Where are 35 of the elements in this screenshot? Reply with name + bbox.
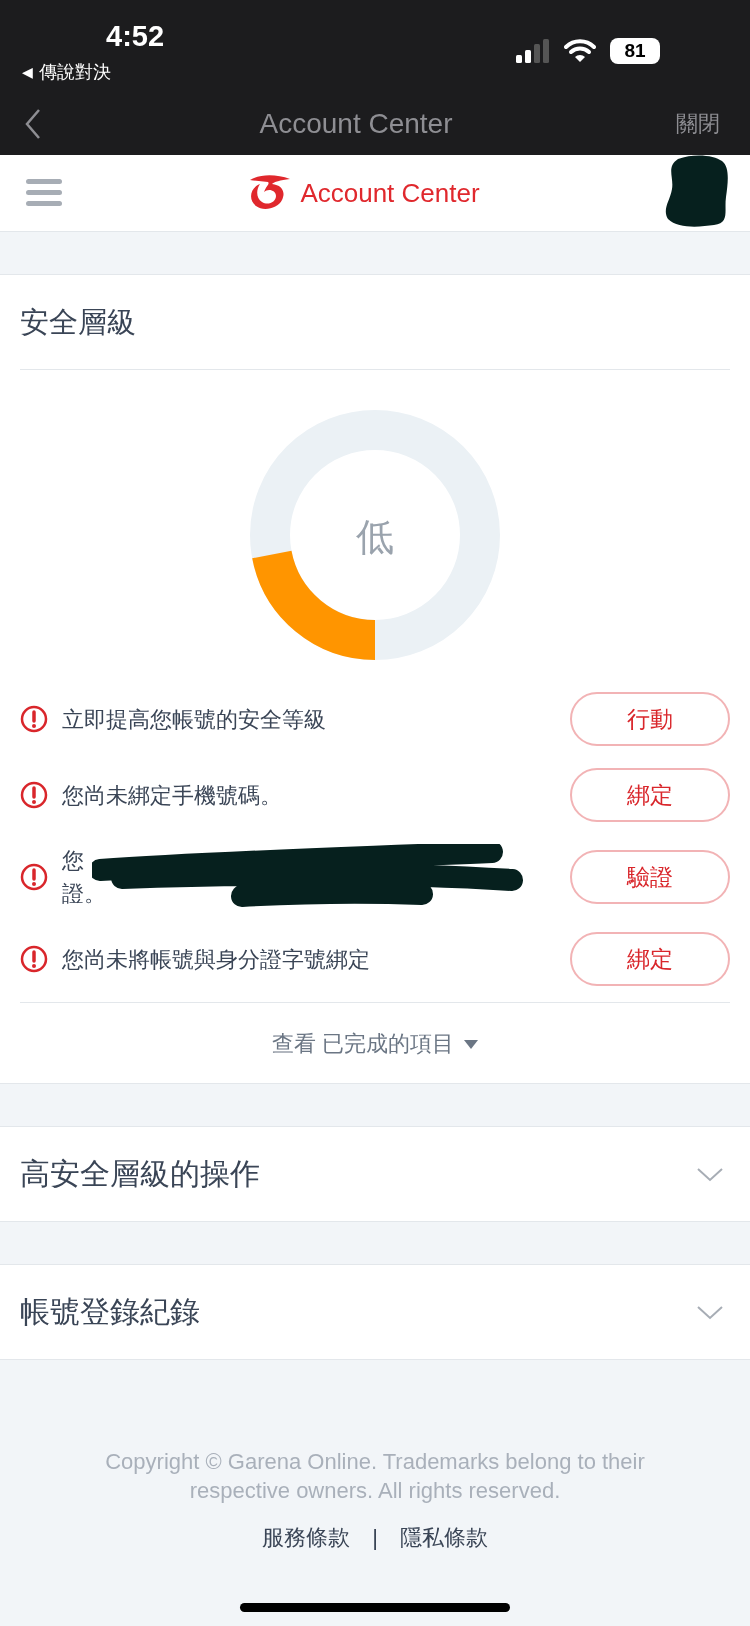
warning-icon xyxy=(20,781,48,809)
chevron-icon xyxy=(696,1304,724,1320)
wifi-icon xyxy=(564,39,596,63)
close-button[interactable]: 關閉 xyxy=(670,107,726,140)
footer-link[interactable]: 隱私條款 xyxy=(399,1523,488,1554)
warning-text: 證。 xyxy=(62,880,107,908)
accordion-header[interactable]: 帳號登錄紀錄 xyxy=(0,1265,750,1359)
site-title: Account Center xyxy=(300,177,480,209)
caret-icon xyxy=(464,1039,479,1049)
section-title: 安全層級 xyxy=(20,275,730,370)
chevron-icon xyxy=(696,1166,724,1182)
action-button[interactable]: 行動 xyxy=(570,692,730,746)
accordion-header[interactable]: 高安全層級的操作 xyxy=(0,1127,750,1221)
warning-icon xyxy=(20,705,48,733)
action-button[interactable]: 驗證 xyxy=(570,850,730,904)
warning-icon xyxy=(20,945,48,973)
link-separator: | xyxy=(372,1525,378,1552)
warning-text: 您尚未將帳號與身分證字號綁定 xyxy=(62,945,371,974)
copyright-text: Copyright © Garena Online. Trademarks belong to their respective owners. All rights reserved. xyxy=(104,1448,646,1505)
clock-time: 4:52 xyxy=(106,20,165,53)
browser-title: Account Center xyxy=(259,107,453,140)
warning-text: 立即提高您帳號的安全等級 xyxy=(62,705,327,734)
back-chevron-icon[interactable] xyxy=(24,107,42,140)
gauge-label: 低 xyxy=(356,516,394,558)
warning-text: 您 xyxy=(62,847,85,875)
footer-link[interactable]: 服務條款 xyxy=(262,1523,351,1554)
back-app-link[interactable]: 傳說對決 xyxy=(39,60,111,84)
action-button[interactable]: 綁定 xyxy=(570,768,730,822)
action-button[interactable]: 綁定 xyxy=(570,932,730,986)
battery-level: 81 xyxy=(610,38,660,64)
show-completed-toggle[interactable]: 查看 已完成的項目 xyxy=(20,1003,730,1083)
warning-text: 您尚未綁定手機號碼。 xyxy=(62,781,283,810)
back-arrow-icon[interactable]: ◀ xyxy=(22,64,33,80)
warning-icon xyxy=(20,863,48,891)
signal-icon xyxy=(516,39,550,63)
